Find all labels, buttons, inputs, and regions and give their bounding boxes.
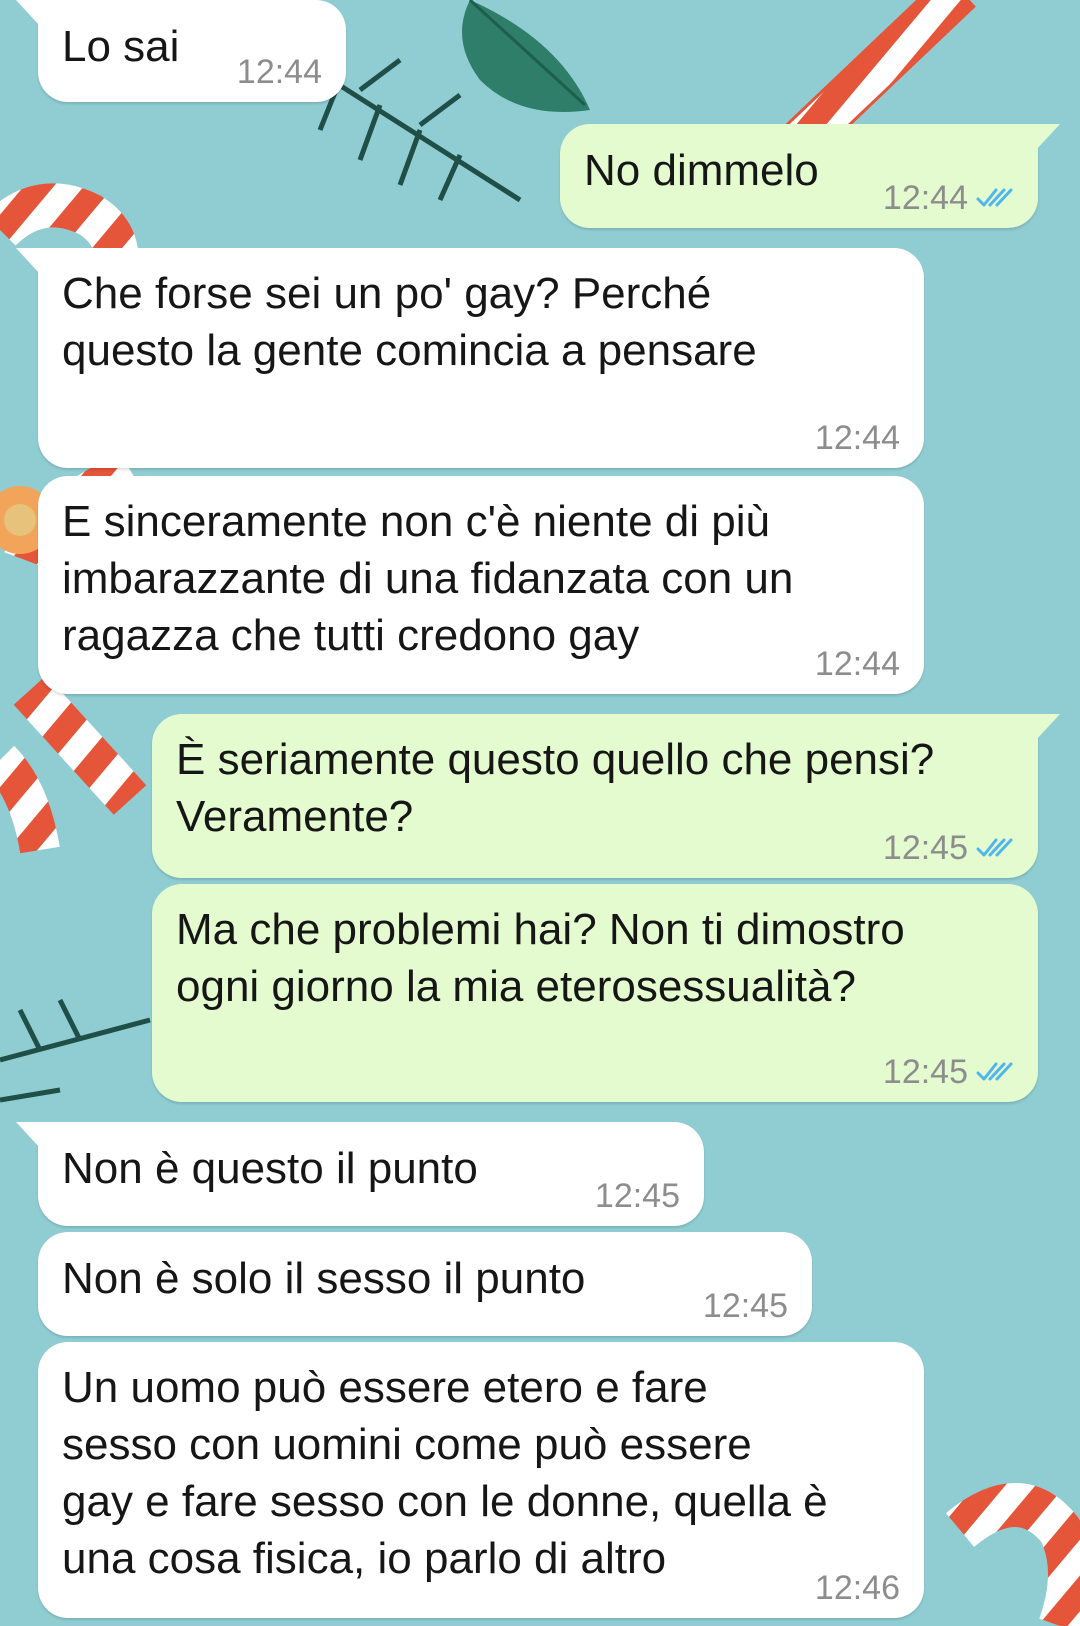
message-time: 12:44 xyxy=(814,645,900,683)
message-bubble-outgoing[interactable]: È seriamente questo quello che pensi? Ve… xyxy=(152,714,1060,878)
message-meta: 12:45 xyxy=(883,828,1014,868)
message-text: No dimmelo xyxy=(584,146,819,195)
message-bubble-incoming[interactable]: E sinceramente non c'è niente di più imb… xyxy=(38,476,924,694)
message-bubble-incoming[interactable]: Non è solo il sesso il punto 12:45 xyxy=(38,1232,812,1336)
message-text: Non è questo il punto xyxy=(62,1144,478,1193)
message-meta: 12:44 xyxy=(883,178,1014,218)
bubble-tail xyxy=(1036,714,1060,740)
double-check-icon xyxy=(976,1062,1013,1081)
message-bubble-outgoing[interactable]: Ma che problemi hai? Non ti dimostro ogn… xyxy=(152,884,1038,1102)
message-time: 12:45 xyxy=(882,829,968,867)
message-meta: 12:46 xyxy=(815,1568,900,1608)
message-time: 12:45 xyxy=(702,1287,788,1325)
message-time: 12:45 xyxy=(594,1177,680,1215)
message-meta: 12:45 xyxy=(703,1286,788,1326)
message-time: 12:45 xyxy=(882,1053,968,1091)
message-bubble-outgoing[interactable]: No dimmelo 12:44 xyxy=(560,124,1060,228)
message-meta: 12:44 xyxy=(815,644,900,684)
message-text: È seriamente questo quello che pensi? Ve… xyxy=(176,735,935,841)
bubble-tail xyxy=(16,248,40,274)
message-bubble-incoming[interactable]: Non è questo il punto 12:45 xyxy=(16,1122,704,1226)
message-text: E sinceramente non c'è niente di più imb… xyxy=(62,497,794,660)
message-time: 12:44 xyxy=(882,179,968,217)
message-time: 12:44 xyxy=(236,53,322,91)
double-check-icon xyxy=(976,188,1013,207)
bubble-tail xyxy=(16,1122,40,1148)
message-text: Che forse sei un po' gay? Perché questo … xyxy=(62,269,757,375)
message-meta: 12:44 xyxy=(237,52,322,92)
message-meta: 12:45 xyxy=(883,1052,1014,1092)
message-meta: 12:44 xyxy=(815,418,900,458)
bubble-tail xyxy=(1036,124,1060,150)
message-meta: 12:45 xyxy=(595,1176,680,1216)
message-bubble-incoming[interactable]: Che forse sei un po' gay? Perché questo … xyxy=(16,248,924,468)
message-text: Lo sai xyxy=(62,22,180,71)
message-bubble-incoming[interactable]: Un uomo può essere etero e fare sesso co… xyxy=(38,1342,924,1618)
message-text: Non è solo il sesso il punto xyxy=(62,1254,586,1303)
message-time: 12:44 xyxy=(814,419,900,457)
message-time: 12:46 xyxy=(814,1569,900,1607)
message-text: Ma che problemi hai? Non ti dimostro ogn… xyxy=(176,905,905,1011)
message-text: Un uomo può essere etero e fare sesso co… xyxy=(62,1363,828,1583)
message-bubble-incoming[interactable]: Lo sai 12:44 xyxy=(16,0,346,102)
bubble-tail xyxy=(16,0,40,26)
chat-area: Lo sai 12:44 No dimmelo 12:44 Che forse … xyxy=(0,0,1080,1626)
double-check-icon xyxy=(976,838,1013,857)
